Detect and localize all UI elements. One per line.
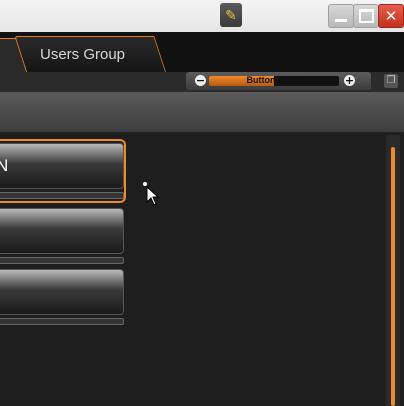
scale-increase-button[interactable]: +	[344, 75, 355, 86]
title-bar: ✎ ✕	[0, 0, 404, 32]
maximize-icon	[358, 9, 374, 23]
button-status-bar	[0, 257, 124, 264]
restore-panel-icon[interactable]: ❐	[384, 74, 398, 88]
close-icon: ✕	[384, 7, 398, 25]
button-face	[0, 208, 124, 254]
user-button-3[interactable]	[0, 269, 128, 325]
mouse-cursor-icon	[146, 186, 160, 206]
button-scale-control: − Button Scale +	[186, 72, 371, 90]
tab-users-group[interactable]: Users Group	[14, 36, 167, 72]
close-button[interactable]: ✕	[378, 4, 404, 28]
tab-strip: Users Group	[0, 32, 404, 73]
tab-label: Users Group	[40, 46, 126, 63]
users-panel: N	[0, 133, 404, 406]
user-button-1[interactable]: N	[0, 139, 128, 203]
button-label: N	[0, 156, 9, 175]
scale-label: Button Scale	[246, 76, 302, 85]
user-button-2[interactable]	[0, 208, 128, 264]
minimize-button[interactable]	[328, 4, 354, 28]
button-face	[0, 143, 124, 189]
scrollbar-thumb[interactable]	[391, 147, 395, 406]
button-status-bar	[0, 192, 124, 199]
button-status-bar	[0, 318, 124, 325]
scale-decrease-button[interactable]: −	[195, 75, 206, 86]
pencil-icon[interactable]: ✎	[220, 3, 242, 27]
minimize-icon	[335, 18, 347, 22]
vertical-scrollbar[interactable]	[386, 135, 400, 406]
maximize-button[interactable]	[353, 4, 379, 28]
scale-toolbar: − Button Scale + ❐	[0, 72, 404, 92]
button-scale-slider[interactable]: Button Scale	[209, 76, 339, 86]
content-header	[0, 92, 404, 133]
button-face	[0, 269, 124, 315]
